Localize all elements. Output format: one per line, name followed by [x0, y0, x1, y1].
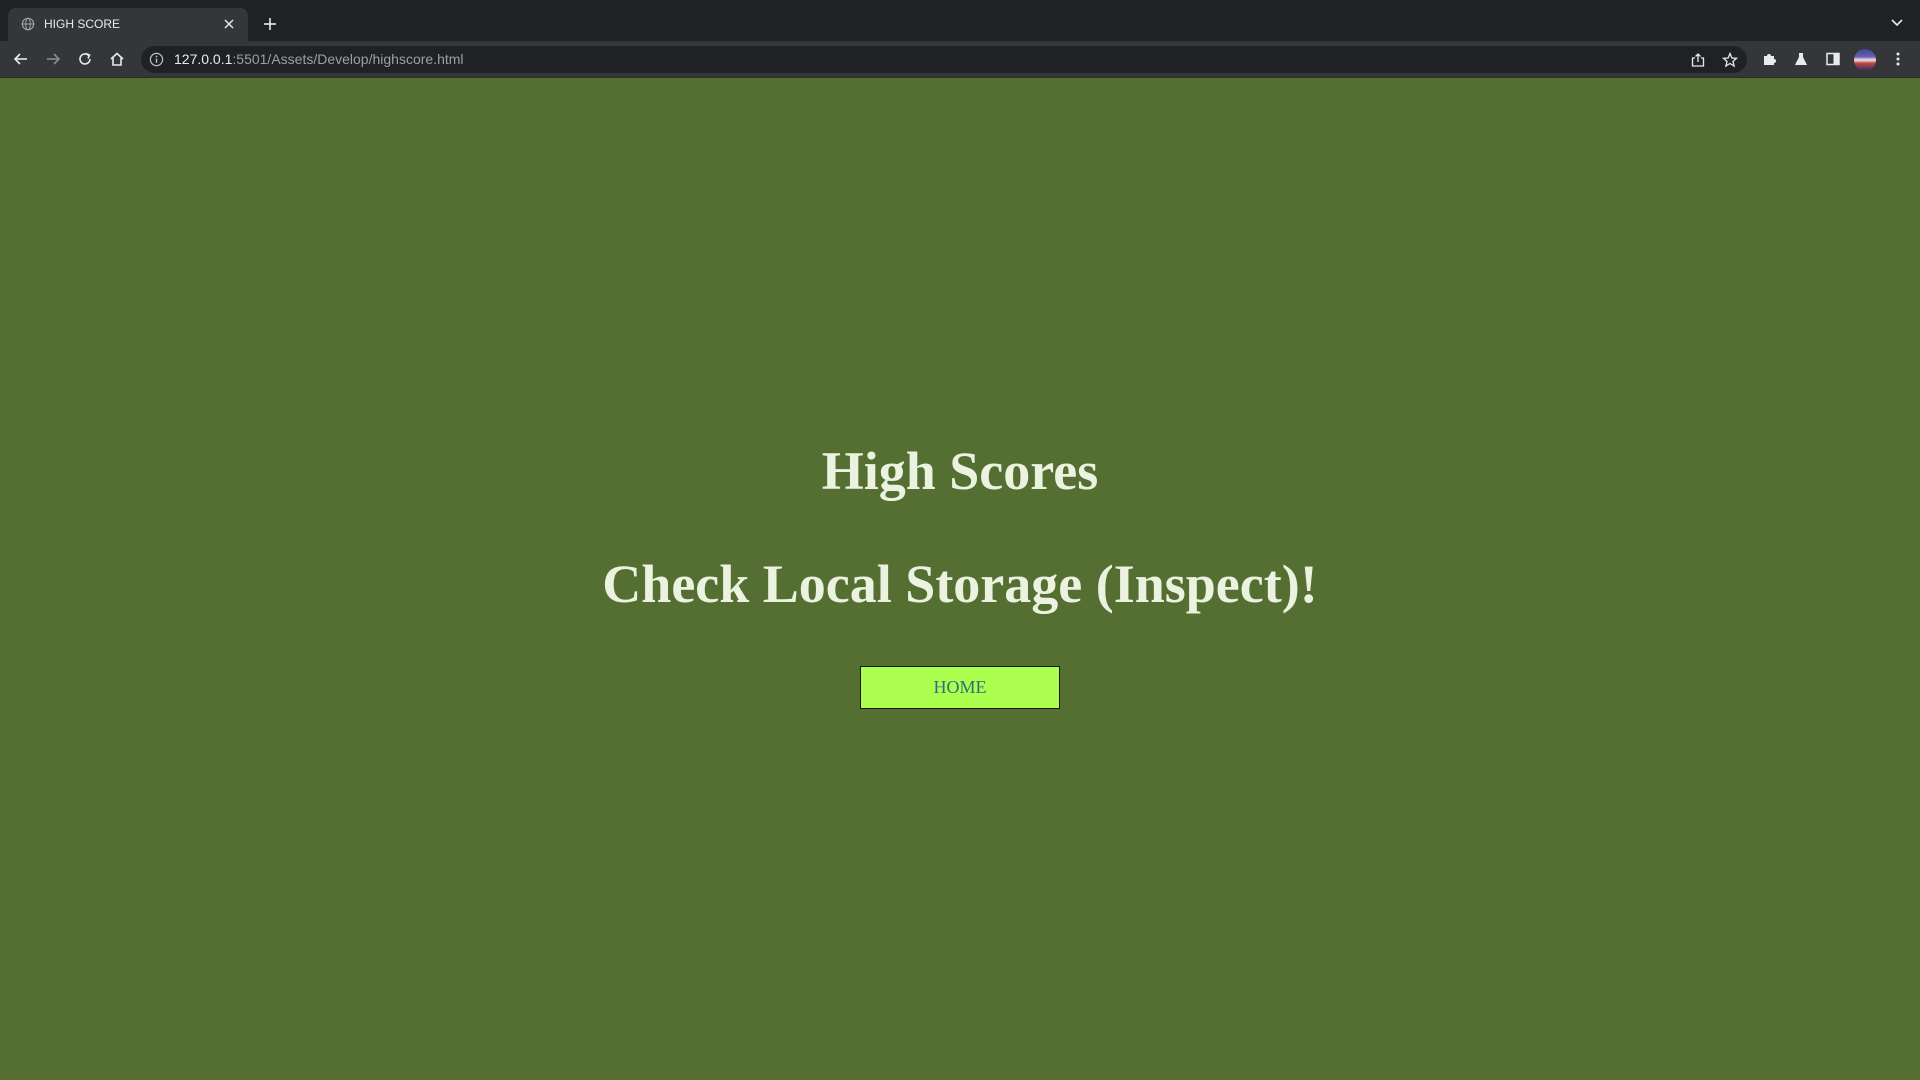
info-icon[interactable]: [149, 52, 164, 67]
tab-title: HIGH SCORE: [44, 17, 121, 31]
browser-toolbar: 127.0.0.1:5501/Assets/Develop/highscore.…: [0, 41, 1920, 78]
active-tab[interactable]: HIGH SCORE: [8, 8, 248, 41]
close-icon[interactable]: [220, 15, 238, 33]
reload-icon[interactable]: [74, 48, 96, 70]
flask-icon[interactable]: [1790, 48, 1812, 70]
url-path: :5501/Assets/Develop/highscore.html: [232, 51, 464, 67]
kebab-menu-icon[interactable]: [1887, 48, 1909, 70]
chevron-down-icon[interactable]: [1888, 14, 1906, 32]
side-panel-icon[interactable]: [1822, 48, 1844, 70]
url-text[interactable]: 127.0.0.1:5501/Assets/Develop/highscore.…: [174, 52, 464, 67]
page-title: High Scores: [821, 441, 1099, 501]
page-subtitle: Check Local Storage (Inspect)!: [602, 554, 1318, 614]
home-icon[interactable]: [106, 48, 128, 70]
globe-icon: [21, 17, 35, 31]
address-bar[interactable]: 127.0.0.1:5501/Assets/Develop/highscore.…: [141, 46, 1747, 73]
star-icon[interactable]: [1720, 50, 1740, 70]
avatar[interactable]: [1854, 49, 1876, 71]
back-arrow-icon[interactable]: [10, 48, 32, 70]
forward-arrow-icon[interactable]: [42, 48, 64, 70]
page-body: High Scores Check Local Storage (Inspect…: [0, 79, 1920, 1080]
puzzle-icon[interactable]: [1758, 48, 1780, 70]
plus-icon[interactable]: [259, 13, 281, 35]
share-icon[interactable]: [1688, 50, 1708, 70]
tab-strip: HIGH SCORE: [0, 0, 1920, 41]
url-host: 127.0.0.1: [174, 51, 233, 67]
home-button[interactable]: HOME: [860, 666, 1060, 709]
